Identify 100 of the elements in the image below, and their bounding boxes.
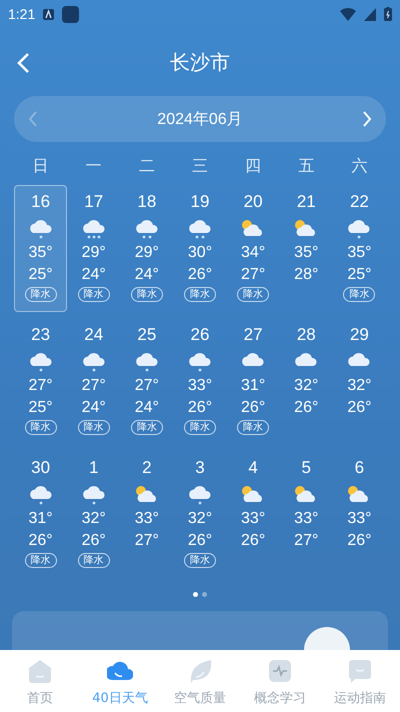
high-temperature: 32°: [188, 509, 212, 529]
precipitation-tag: 降水: [343, 287, 376, 302]
day-cell[interactable]: 17 29° 24° 降水: [67, 185, 120, 312]
high-temperature: 30°: [188, 243, 212, 263]
high-temperature: 29°: [82, 243, 106, 263]
precipitation-tag: 降水: [130, 287, 163, 302]
nav-tab[interactable]: 空气质量: [160, 650, 240, 712]
day-number: 3: [195, 458, 205, 478]
high-temperature: 29°: [134, 243, 159, 263]
low-temperature: 24°: [82, 265, 106, 285]
low-temperature: 26°: [347, 398, 372, 418]
day-cell[interactable]: 6 33° 26°: [332, 451, 386, 578]
low-temperature: 27°: [294, 531, 318, 551]
back-icon: [16, 52, 30, 74]
low-temperature: 26°: [188, 531, 212, 551]
precipitation-tag: 降水: [130, 420, 163, 435]
high-temperature: 33°: [294, 509, 318, 529]
precipitation-tag: 降水: [78, 553, 110, 568]
day-cell[interactable]: 4 33° 26°: [226, 451, 280, 578]
day-cell[interactable]: 26 33° 26° 降水: [173, 318, 227, 445]
precipitation-tag: 降水: [237, 420, 270, 435]
high-temperature: 34°: [241, 243, 266, 263]
wifi-icon: [340, 8, 356, 20]
day-number: 25: [137, 325, 156, 345]
weekday-label: 六: [350, 155, 368, 177]
day-cell[interactable]: 16 35° 25° 降水: [14, 185, 68, 312]
day-number: 21: [296, 192, 316, 212]
day-cell[interactable]: 24 27° 24° 降水: [67, 318, 120, 445]
day-number: 20: [244, 192, 263, 212]
low-temperature: 25°: [28, 398, 53, 418]
high-temperature: 31°: [241, 376, 266, 396]
high-temperature: 33°: [188, 376, 212, 396]
precipitation-tag: 降水: [184, 553, 216, 568]
low-temperature: 26°: [188, 398, 212, 418]
high-temperature: 31°: [28, 509, 53, 529]
precipitation-tag: 降水: [78, 287, 110, 302]
day-cell[interactable]: 18 29° 24° 降水: [120, 185, 174, 312]
day-number: 2: [142, 458, 152, 478]
day-number: 22: [350, 192, 369, 212]
nav-tab[interactable]: 40日天气: [80, 650, 160, 712]
high-temperature: 35°: [28, 243, 53, 263]
low-temperature: 28°: [294, 265, 318, 285]
weekday-label: 四: [244, 155, 262, 177]
day-cell[interactable]: 30 31° 26° 降水: [14, 451, 68, 578]
nav-tab[interactable]: 首页: [0, 650, 80, 712]
high-temperature: 33°: [347, 509, 372, 529]
precipitation-tag: 降水: [184, 287, 216, 302]
precipitation-tag: 降水: [78, 420, 110, 435]
day-number: 5: [302, 458, 311, 478]
day-number: 16: [31, 192, 50, 212]
home-icon: [27, 658, 53, 685]
day-cell[interactable]: 1 32° 26° 降水: [67, 451, 120, 578]
battery-icon: [384, 7, 392, 21]
day-number: 28: [296, 325, 316, 345]
day-cell[interactable]: 27 31° 26° 降水: [226, 318, 280, 445]
high-temperature: 33°: [134, 509, 159, 529]
low-temperature: 27°: [134, 531, 159, 551]
weekday-label: 五: [297, 155, 316, 177]
low-temperature: 26°: [347, 531, 372, 551]
nav-tab[interactable]: 运动指南: [320, 650, 400, 712]
precipitation-tag: 降水: [184, 420, 216, 435]
nav-tab[interactable]: 概念学习: [240, 650, 320, 712]
low-temperature: 26°: [241, 531, 266, 551]
day-cell[interactable]: 20 34° 27° 降水: [226, 185, 280, 312]
high-temperature: 32°: [82, 509, 106, 529]
day-number: 19: [190, 192, 210, 212]
day-cell[interactable]: 25 27° 24° 降水: [120, 318, 174, 445]
chevron-right-icon: [362, 111, 372, 127]
day-cell[interactable]: 3 32° 26° 降水: [173, 451, 227, 578]
day-cell[interactable]: 23 27° 25° 降水: [14, 318, 68, 445]
low-temperature: 24°: [134, 265, 159, 285]
pulse-icon: [267, 658, 293, 685]
day-cell[interactable]: 5 33° 27°: [280, 451, 333, 578]
low-temperature: 26°: [294, 398, 318, 418]
weekday-label: 日: [32, 155, 50, 177]
day-cell[interactable]: 2 33° 27°: [120, 451, 174, 578]
day-number: 18: [137, 192, 156, 212]
high-temperature: 35°: [347, 243, 372, 263]
low-temperature: 26°: [188, 265, 212, 285]
low-temperature: 25°: [28, 265, 53, 285]
precipitation-tag: 降水: [24, 553, 57, 568]
month-label: 2024年06月: [156, 110, 244, 130]
high-temperature: 32°: [347, 376, 372, 396]
day-number: 29: [350, 325, 369, 345]
day-cell[interactable]: 22 35° 25° 降水: [332, 185, 386, 312]
precipitation-tag: 降水: [237, 287, 270, 302]
high-temperature: 27°: [82, 376, 106, 396]
day-cell[interactable]: 29 32° 26°: [332, 318, 386, 445]
precipitation-tag: 降水: [24, 287, 57, 302]
day-cell[interactable]: 21 35° 28°: [280, 185, 333, 312]
day-cell[interactable]: 19 30° 26° 降水: [173, 185, 227, 312]
chat-icon: [347, 658, 373, 685]
day-number: 26: [190, 325, 210, 345]
precipitation-tag: 降水: [24, 420, 57, 435]
low-temperature: 26°: [28, 531, 53, 551]
day-number: 23: [31, 325, 50, 345]
city-title: 长沙市: [170, 48, 230, 76]
day-number: 17: [84, 192, 104, 212]
day-cell[interactable]: 28 32° 26°: [280, 318, 333, 445]
weekday-label: 二: [138, 155, 156, 177]
